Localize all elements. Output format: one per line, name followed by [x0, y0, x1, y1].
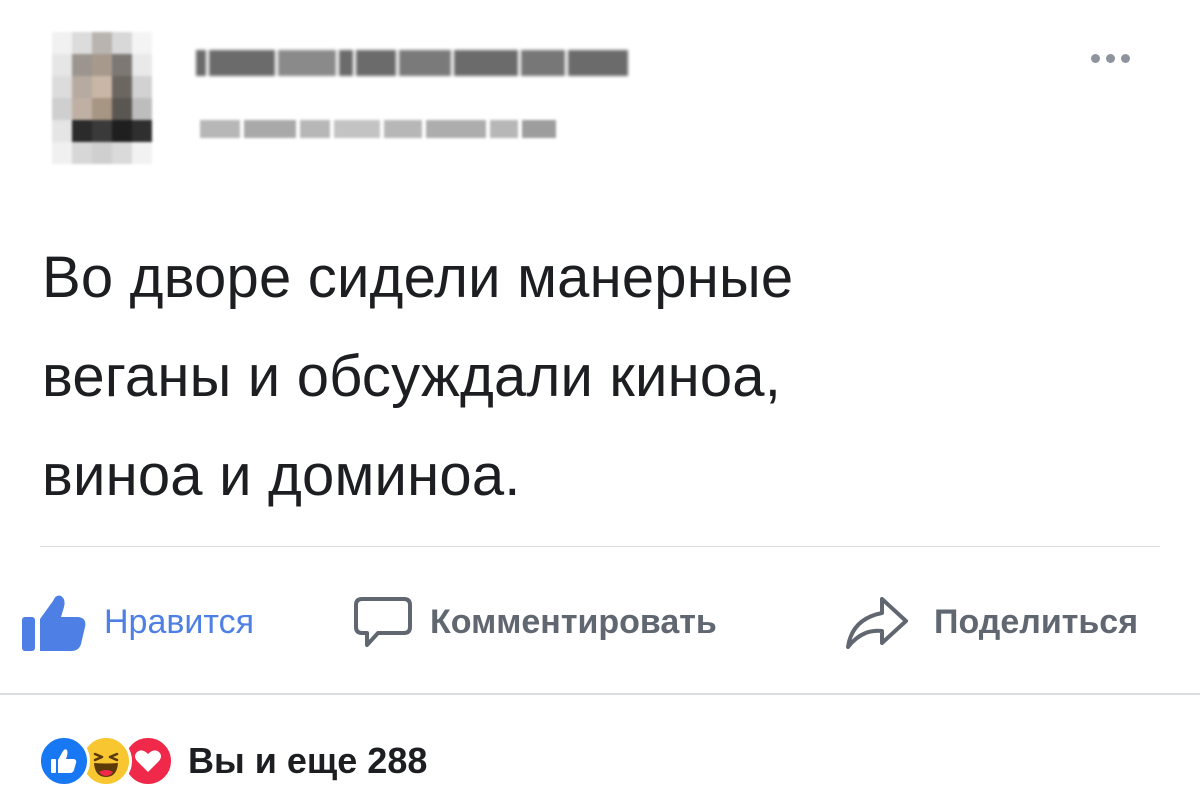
like-button[interactable]: Нравится: [20, 590, 254, 654]
post-text: Во дворе сидели манерные веганы и обсужд…: [42, 228, 1152, 525]
more-options-icon[interactable]: [1078, 40, 1142, 76]
share-button[interactable]: Поделиться: [842, 590, 1138, 654]
reaction-count-text[interactable]: Вы и еще 288: [188, 740, 427, 782]
reactions-summary[interactable]: Вы и еще 288: [38, 735, 427, 787]
share-arrow-icon: [846, 597, 908, 649]
author-avatar[interactable]: [52, 32, 152, 164]
post-text-line: Во дворе сидели манерные: [42, 245, 794, 310]
like-reaction-icon: [38, 735, 90, 787]
thumbs-up-icon: [22, 595, 86, 651]
like-label: Нравится: [104, 602, 255, 641]
divider: [0, 693, 1200, 695]
facebook-post: Во дворе сидели манерные веганы и обсужд…: [0, 0, 1200, 807]
divider: [40, 546, 1160, 547]
share-label: Поделиться: [934, 602, 1139, 641]
comment-bubble-icon: [354, 597, 412, 647]
post-text-line: виноа и доминоа.: [42, 443, 521, 508]
post-timestamp-redacted[interactable]: [200, 118, 570, 140]
post-text-line: веганы и обсуждали киноа,: [42, 344, 782, 409]
comment-button[interactable]: Комментировать: [352, 590, 717, 654]
author-name-redacted[interactable]: [196, 48, 628, 78]
comment-label: Комментировать: [430, 602, 717, 641]
